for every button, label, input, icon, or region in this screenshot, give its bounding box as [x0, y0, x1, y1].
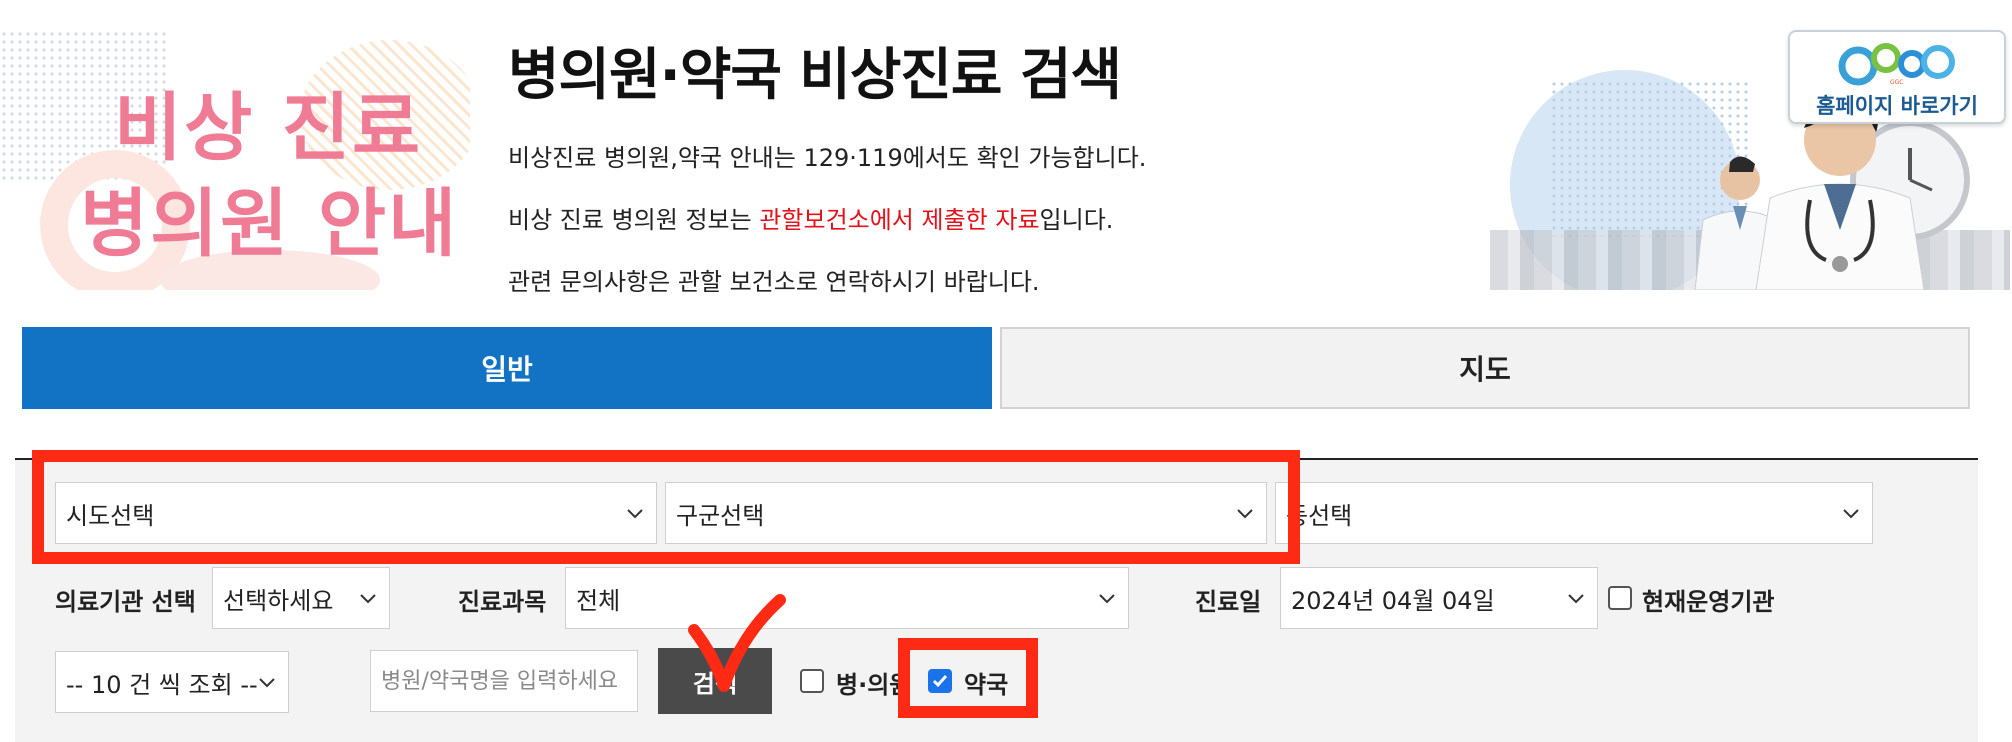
operating-now-checkbox[interactable] — [1608, 586, 1632, 610]
info-line-2: 비상 진료 병의원 정보는 관할보건소에서 제출한 자료입니다. — [508, 200, 1113, 235]
tab-general[interactable]: 일반 — [22, 327, 992, 409]
chevron-down-icon — [360, 594, 376, 604]
info-line-2-post: 입니다. — [1039, 206, 1114, 234]
info-line-2-highlight: 관할보건소에서 제출한 자료 — [759, 206, 1040, 234]
date-select-value: 2024년 04월 04일 — [1291, 586, 1495, 615]
emergency-banner: 비상 진료 병의원 안내 — [0, 30, 470, 290]
banner-line-1: 비상 진료 — [114, 85, 423, 171]
hospital-checkbox[interactable] — [800, 669, 824, 693]
logo-text: GGC — [1890, 79, 1904, 86]
institution-select[interactable]: 선택하세요 — [212, 567, 390, 629]
institution-select-value: 선택하세요 — [223, 586, 334, 615]
dong-select-value: 동선택 — [1286, 501, 1353, 530]
date-select[interactable]: 2024년 04월 04일 — [1280, 567, 1598, 629]
department-label: 진료과목 — [458, 588, 547, 616]
annotation-pharmacy-box — [898, 638, 1038, 718]
homepage-button[interactable]: GGC 홈페이지 바로가기 — [1788, 30, 2006, 124]
page-size-select-value: -- 10 건 씩 조회 -- — [66, 670, 258, 699]
chevron-down-icon — [259, 678, 275, 688]
banner-text: 비상 진료 병의원 안내 — [80, 80, 458, 272]
dong-select[interactable]: 동선택 — [1275, 482, 1873, 544]
search-input[interactable] — [370, 650, 638, 712]
page-title: 병의원·약국 비상진료 검색 — [508, 43, 1122, 108]
annotation-region-box — [32, 450, 1300, 564]
ggc-logo-icon: GGC — [1838, 43, 1955, 86]
page-size-select[interactable]: -- 10 건 씩 조회 -- — [55, 651, 289, 713]
department-select[interactable]: 전체 — [565, 567, 1129, 629]
tab-map[interactable]: 지도 — [1000, 327, 1970, 409]
operating-now-label: 현재운영기관 — [1642, 588, 1775, 616]
annotation-checkmark-icon — [688, 594, 786, 692]
department-select-value: 전체 — [576, 586, 621, 615]
chevron-down-icon — [1843, 509, 1859, 519]
info-line-1: 비상진료 병의원,약국 안내는 129·119에서도 확인 가능합니다. — [508, 144, 1147, 172]
chevron-down-icon — [1099, 594, 1115, 604]
banner-line-2: 병의원 안내 — [80, 181, 459, 267]
info-line-2-pre: 비상 진료 병의원 정보는 — [508, 206, 760, 234]
info-line-3: 관련 문의사항은 관할 보건소로 연락하시기 바랍니다. — [508, 268, 1040, 296]
chevron-down-icon — [1568, 594, 1584, 604]
date-label: 진료일 — [1195, 588, 1262, 616]
homepage-button-label: 홈페이지 바로가기 — [1816, 94, 1978, 118]
institution-label: 의료기관 선택 — [55, 588, 196, 616]
